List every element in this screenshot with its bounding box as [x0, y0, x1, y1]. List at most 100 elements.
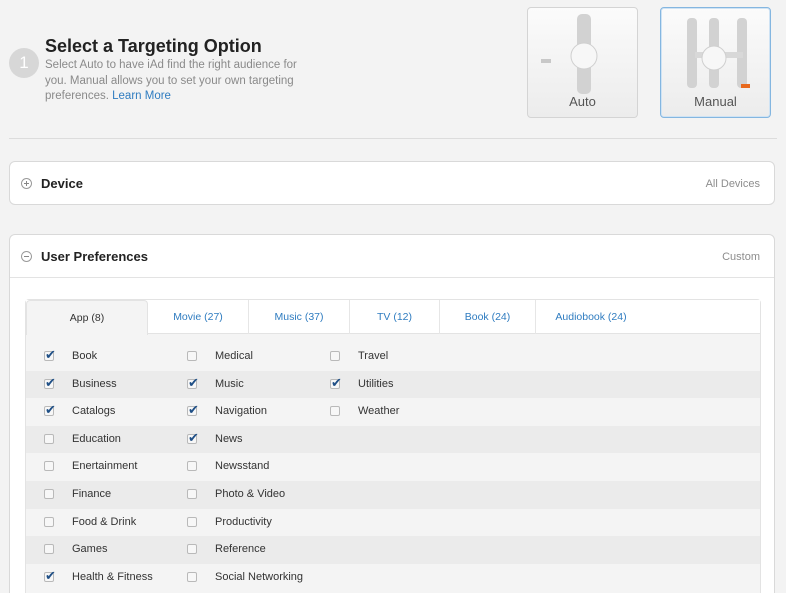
- category-option[interactable]: Productivity: [187, 509, 327, 537]
- step-number: 1: [9, 48, 39, 78]
- checkbox-row: Enertainment Newsstand: [26, 453, 760, 481]
- category-label: Food & Drink: [72, 515, 137, 528]
- checkmark-icon: ✔: [45, 374, 56, 390]
- category-checkbox[interactable]: [44, 461, 54, 472]
- category-option[interactable]: ✔ Book: [44, 343, 184, 371]
- category-option[interactable]: Games: [44, 536, 184, 564]
- category-label: Utilities: [358, 377, 394, 390]
- category-checkbox[interactable]: ✔: [44, 403, 56, 417]
- category-checkbox[interactable]: [187, 544, 197, 555]
- panel-divider: [10, 277, 774, 278]
- category-label: Productivity: [215, 515, 272, 528]
- category-checkbox[interactable]: ✔: [44, 567, 56, 583]
- checkbox-row: ✔ Catalogs ✔ Navigation Weather: [26, 398, 760, 426]
- category-option[interactable]: ✔ Music: [187, 371, 327, 399]
- device-panel-header[interactable]: Device All Devices: [10, 162, 774, 206]
- category-checkbox[interactable]: [44, 433, 54, 444]
- category-checkbox[interactable]: [187, 516, 197, 527]
- category-tabs-area: App (8) Movie (27) Music (37) TV (12) Bo…: [25, 299, 761, 593]
- device-title: Device: [41, 176, 83, 191]
- manual-label: Manual: [694, 94, 737, 109]
- category-checkbox[interactable]: ✔: [44, 347, 56, 362]
- checkmark-icon: ✔: [188, 374, 199, 390]
- category-checkbox[interactable]: ✔: [187, 403, 199, 417]
- category-checkbox[interactable]: [330, 351, 340, 361]
- category-option[interactable]: Reference: [187, 536, 327, 564]
- category-checkbox[interactable]: [44, 544, 54, 555]
- checkbox-row: Games Reference: [26, 536, 760, 564]
- header-divider: [9, 138, 777, 139]
- category-option[interactable]: Finance: [44, 481, 184, 509]
- category-label: Book: [72, 350, 98, 362]
- tab-music[interactable]: Music (37): [249, 300, 350, 334]
- category-checkbox[interactable]: [330, 406, 340, 417]
- checkbox-row: Education ✔ News: [26, 425, 760, 454]
- category-option[interactable]: ✔ Business: [44, 371, 184, 399]
- category-label: Social Networking: [215, 570, 304, 583]
- checkmark-icon: ✔: [45, 567, 56, 583]
- category-checkbox[interactable]: [187, 571, 197, 582]
- checkbox-row: ✔ Book Medical Travel: [26, 343, 760, 371]
- category-checkbox[interactable]: [44, 516, 54, 527]
- prefs-title: User Preferences: [41, 249, 148, 264]
- category-checkbox[interactable]: ✔: [187, 429, 199, 445]
- prefs-panel-header[interactable]: User Preferences Custom: [10, 235, 774, 279]
- tab-app[interactable]: App (8): [26, 300, 148, 335]
- category-checkbox[interactable]: ✔: [44, 374, 56, 390]
- auto-option-button[interactable]: Auto: [527, 7, 638, 118]
- tab-movie[interactable]: Movie (27): [148, 300, 249, 334]
- category-option[interactable]: Medical: [187, 343, 327, 371]
- category-option[interactable]: ✔ News: [187, 426, 327, 454]
- category-label: Newsstand: [215, 460, 270, 473]
- category-option[interactable]: Enertainment: [44, 453, 184, 481]
- device-value: All Devices: [705, 178, 760, 190]
- category-option[interactable]: Education: [44, 426, 184, 454]
- expand-icon[interactable]: [21, 178, 32, 189]
- category-checkbox[interactable]: [187, 461, 197, 472]
- tab-tv[interactable]: TV (12): [350, 300, 440, 334]
- tab-audiobook[interactable]: Audiobook (24): [536, 300, 646, 334]
- category-option[interactable]: Food & Drink: [44, 509, 184, 537]
- category-label: News: [215, 432, 243, 445]
- manual-option-button[interactable]: Manual: [660, 7, 771, 118]
- category-label: Medical: [215, 350, 253, 362]
- category-label: Reference: [215, 543, 266, 556]
- user-preferences-panel: User Preferences Custom App (8) Movie (2…: [9, 234, 775, 593]
- collapse-icon[interactable]: [21, 251, 32, 262]
- category-label: Photo & Video: [215, 487, 286, 500]
- category-checkbox[interactable]: ✔: [187, 374, 199, 390]
- category-label: Health & Fitness: [72, 570, 153, 583]
- device-panel: Device All Devices: [9, 161, 775, 205]
- category-checkbox[interactable]: [44, 488, 54, 499]
- auto-label: Auto: [569, 94, 596, 109]
- category-label: Catalogs: [72, 405, 116, 418]
- checkbox-row: ✔ Business ✔ Music ✔ Utilities: [26, 370, 760, 399]
- learn-more-link[interactable]: Learn More: [112, 90, 171, 102]
- header-description: Select Auto to have iAd find the right a…: [45, 58, 315, 105]
- prefs-value: Custom: [722, 251, 760, 263]
- checkmark-icon: ✔: [188, 429, 199, 445]
- checkbox-row: Finance Photo & Video: [26, 480, 760, 509]
- category-label: Business: [72, 377, 117, 390]
- category-option[interactable]: Photo & Video: [187, 481, 327, 509]
- category-option[interactable]: ✔ Utilities: [330, 371, 470, 399]
- checkbox-row: Food & Drink Productivity: [26, 509, 760, 537]
- category-checkbox[interactable]: [187, 488, 197, 499]
- category-option[interactable]: Travel: [330, 343, 470, 371]
- category-option[interactable]: ✔ Navigation: [187, 398, 327, 426]
- category-option[interactable]: ✔ Catalogs: [44, 398, 184, 426]
- category-label: Navigation: [215, 405, 267, 418]
- category-option[interactable]: ✔ Health & Fitness: [44, 564, 184, 592]
- category-label: Education: [72, 432, 121, 445]
- category-checkbox[interactable]: [187, 351, 197, 361]
- category-label: Travel: [358, 350, 389, 362]
- checkmark-icon: ✔: [45, 347, 56, 362]
- category-option[interactable]: Newsstand: [187, 453, 327, 481]
- category-option[interactable]: Weather: [330, 398, 470, 426]
- targeting-header: 1 Select a Targeting Option Select Auto …: [0, 0, 786, 140]
- category-label: Finance: [72, 487, 112, 500]
- category-checkbox[interactable]: ✔: [330, 375, 342, 389]
- category-label: Enertainment: [72, 460, 138, 473]
- tab-book[interactable]: Book (24): [440, 300, 536, 334]
- category-option[interactable]: Social Networking: [187, 564, 327, 592]
